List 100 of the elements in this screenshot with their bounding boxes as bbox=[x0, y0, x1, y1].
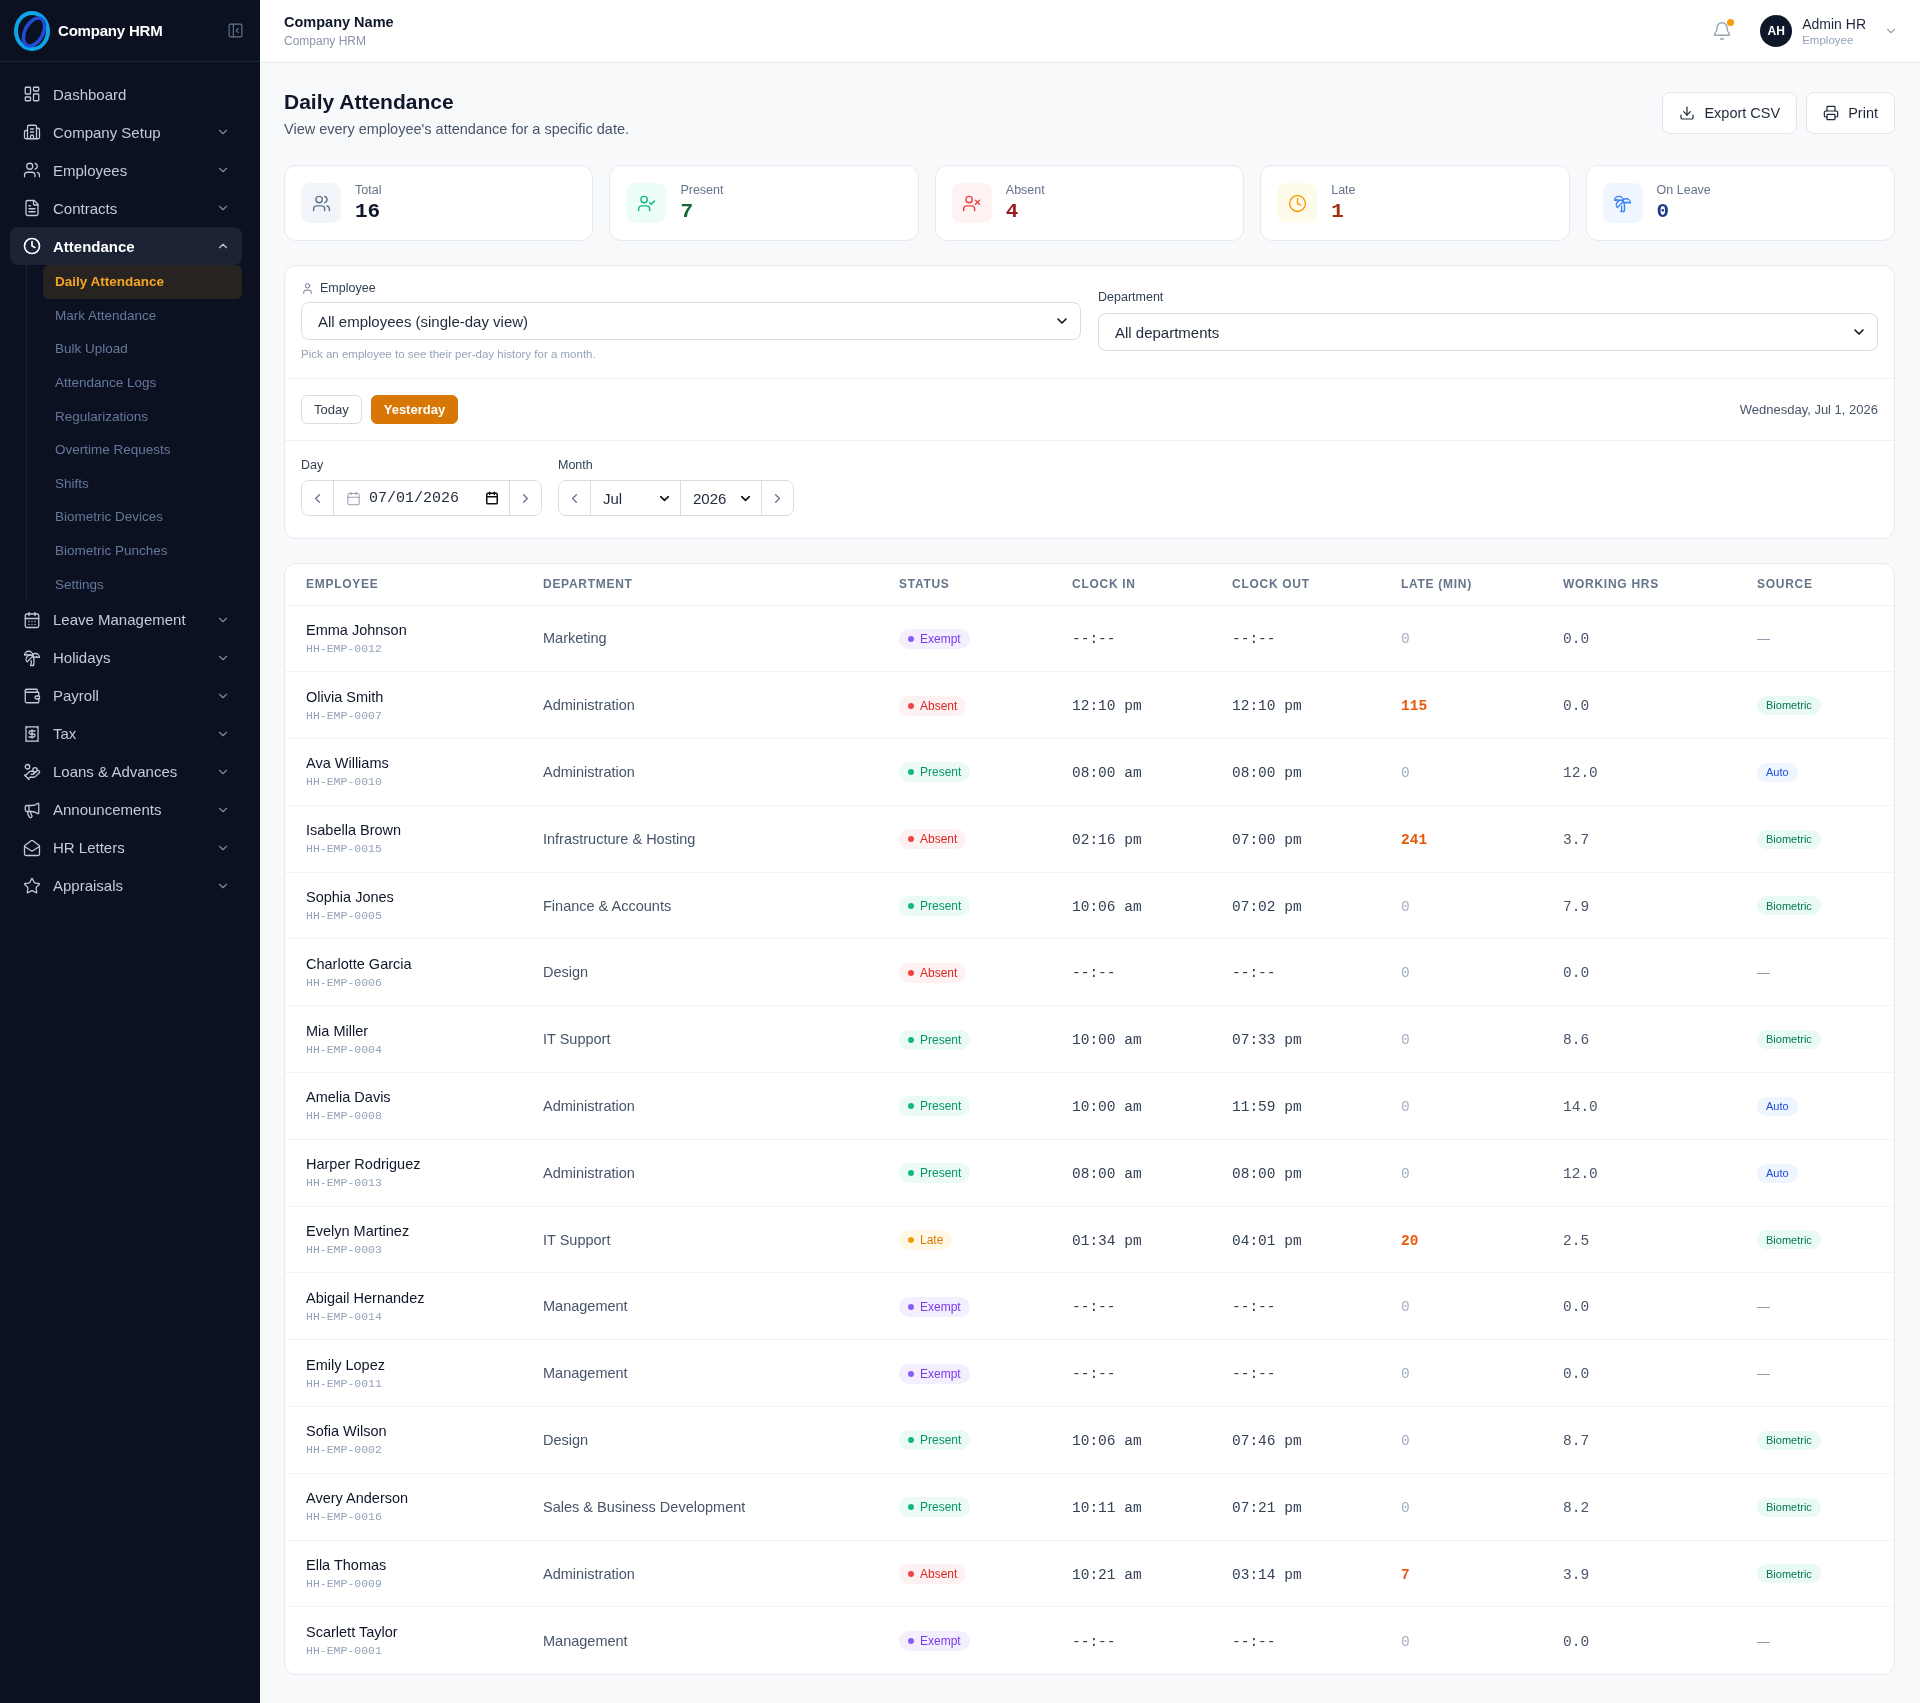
source-badge: Biometric bbox=[1757, 1564, 1821, 1584]
date-input[interactable]: 07/01/2026 bbox=[334, 481, 509, 515]
nav-item[interactable]: Loans & Advances bbox=[10, 752, 242, 791]
employee-name: Evelyn Martinez bbox=[306, 1223, 410, 1240]
clock-in-time: 01:34 pm bbox=[1072, 1232, 1142, 1249]
previous-month-button[interactable] bbox=[559, 481, 591, 515]
nav-item[interactable]: Employees bbox=[10, 151, 242, 189]
clock-in-time: --:-- bbox=[1072, 1366, 1116, 1383]
nav-item[interactable]: Holidays bbox=[10, 638, 242, 677]
nav-subitem[interactable]: Biometric Punches bbox=[43, 533, 242, 568]
user-avatar[interactable]: AH bbox=[1760, 15, 1793, 47]
status-label: Present bbox=[920, 899, 962, 914]
employee-select[interactable]: All employees (single-day view) bbox=[301, 302, 1081, 340]
bell-icon[interactable] bbox=[1712, 21, 1733, 41]
status-label: Exempt bbox=[920, 1366, 961, 1381]
nav-subitem[interactable]: Shifts bbox=[43, 466, 242, 501]
clock-out-time: 04:01 pm bbox=[1232, 1232, 1302, 1249]
print-button[interactable]: Print bbox=[1806, 92, 1895, 134]
nav-subitem[interactable]: Regularizations bbox=[43, 399, 242, 433]
nav-item[interactable]: Tax bbox=[10, 714, 242, 753]
column-header: STATUS bbox=[899, 564, 1072, 605]
clock-out-time: 07:21 pm bbox=[1232, 1499, 1302, 1516]
clock-out-time: --:-- bbox=[1232, 1299, 1276, 1316]
status-label: Exempt bbox=[920, 631, 961, 646]
clock-out-time: 08:00 pm bbox=[1232, 1165, 1302, 1182]
employee-name: Emma Johnson bbox=[306, 621, 407, 638]
clock-in-time: 10:11 am bbox=[1072, 1499, 1142, 1516]
source-badge: Biometric bbox=[1757, 896, 1821, 916]
employee-id: HH-EMP-0015 bbox=[306, 842, 382, 856]
department-text: Design bbox=[543, 1431, 589, 1448]
status-label: Absent bbox=[920, 698, 958, 713]
logo-icon bbox=[12, 10, 52, 51]
nav-subitem[interactable]: Settings bbox=[43, 567, 242, 601]
clock-out-time: 11:59 pm bbox=[1232, 1098, 1302, 1115]
calendar-picker-icon[interactable] bbox=[485, 491, 499, 505]
department-select[interactable]: All departments bbox=[1098, 313, 1878, 351]
late-minutes: 20 bbox=[1401, 1232, 1419, 1249]
department-text: Infrastructure & Hosting bbox=[543, 830, 696, 847]
nav-item[interactable]: Payroll bbox=[10, 676, 242, 715]
department-text: Management bbox=[543, 1298, 628, 1315]
empty-source-text: — bbox=[1757, 1633, 1770, 1649]
department-text: Management bbox=[543, 1632, 628, 1649]
late-minutes: 0 bbox=[1401, 1299, 1410, 1316]
collapse-sidebar-icon[interactable] bbox=[227, 22, 244, 39]
status-label: Late bbox=[920, 1233, 944, 1248]
stat-value: 1 bbox=[1331, 200, 1344, 223]
month-select[interactable]: Jul bbox=[591, 481, 680, 515]
previous-day-button[interactable] bbox=[302, 481, 334, 515]
nav-subitem[interactable]: Bulk Upload bbox=[43, 332, 242, 366]
stat-value: 4 bbox=[1005, 200, 1019, 223]
hint-text: Pick an employee to see their per-day history for a month. bbox=[301, 348, 596, 360]
department-text: IT Support bbox=[543, 1231, 611, 1248]
employee-id: HH-EMP-0006 bbox=[306, 975, 382, 989]
nav-subitem[interactable]: Attendance Logs bbox=[43, 365, 242, 400]
nav-subitem[interactable]: Biometric Devices bbox=[43, 500, 242, 534]
clock-out-time: 12:10 pm bbox=[1232, 698, 1302, 715]
selected-date-text: Wednesday, Jul 1, 2026 bbox=[1739, 402, 1878, 417]
employee-name: Isabella Brown bbox=[306, 822, 402, 839]
nav-item[interactable]: Company Setup bbox=[10, 113, 242, 151]
working-hours: 12.0 bbox=[1563, 765, 1598, 781]
nav-item[interactable]: Announcements bbox=[10, 790, 242, 829]
nav-item[interactable]: HR Letters bbox=[10, 828, 242, 867]
department-text: Administration bbox=[543, 1164, 635, 1181]
column-header: SOURCE bbox=[1757, 564, 1896, 605]
clock-in-time: --:-- bbox=[1072, 631, 1116, 648]
nav-subitem[interactable]: Daily Attendance bbox=[43, 265, 242, 299]
stat-label: On Leave bbox=[1656, 183, 1711, 197]
clock-icon bbox=[1277, 183, 1318, 223]
clock-in-time: 10:06 am bbox=[1072, 898, 1142, 915]
late-minutes: 0 bbox=[1401, 1098, 1410, 1115]
user-x-icon bbox=[951, 183, 992, 223]
column-header: CLOCK OUT bbox=[1232, 564, 1401, 605]
user-name: Admin HR bbox=[1802, 16, 1866, 32]
employee-name: Scarlett Taylor bbox=[306, 1624, 398, 1641]
status-dot-icon bbox=[908, 1437, 914, 1444]
employee-id: HH-EMP-0016 bbox=[306, 1510, 382, 1524]
employee-name: Amelia Davis bbox=[306, 1089, 391, 1106]
late-minutes: 0 bbox=[1401, 631, 1410, 648]
nav-subitem[interactable]: Overtime Requests bbox=[43, 432, 242, 467]
source-badge: Auto bbox=[1757, 1163, 1798, 1183]
quick-date-button[interactable]: Today bbox=[301, 395, 362, 424]
nav-subitem[interactable]: Mark Attendance bbox=[43, 298, 242, 333]
employee-id: HH-EMP-0009 bbox=[306, 1577, 382, 1591]
nav-item[interactable]: Appraisals bbox=[10, 866, 242, 905]
nav-item[interactable]: Dashboard bbox=[10, 75, 242, 113]
next-month-button[interactable] bbox=[761, 481, 793, 515]
late-minutes: 241 bbox=[1401, 831, 1428, 848]
employee-name: Charlotte Garcia bbox=[306, 955, 412, 972]
company-name: Company Name bbox=[284, 14, 394, 30]
nav-item[interactable]: Attendance bbox=[10, 227, 242, 265]
nav-item[interactable]: Leave Management bbox=[10, 600, 242, 639]
dashboard-icon bbox=[23, 85, 41, 103]
nav-item[interactable]: Contracts bbox=[10, 189, 242, 227]
clock-out-time: 08:00 pm bbox=[1232, 765, 1302, 781]
next-day-button[interactable] bbox=[509, 481, 541, 515]
export-button[interactable]: Export CSV bbox=[1662, 92, 1798, 134]
status-label: Present bbox=[920, 1032, 962, 1047]
clock-in-time: 08:00 am bbox=[1072, 765, 1142, 781]
users-icon bbox=[23, 161, 41, 179]
employee-id: HH-EMP-0013 bbox=[306, 1176, 382, 1190]
